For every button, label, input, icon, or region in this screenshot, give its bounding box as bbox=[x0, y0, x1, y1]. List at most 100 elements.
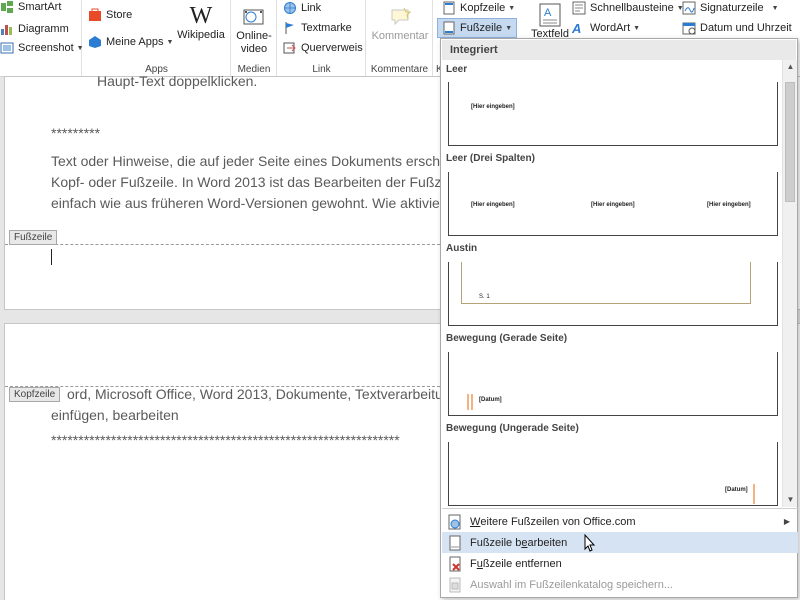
fusszeile-button[interactable]: Fußzeile ▼ bbox=[437, 18, 518, 38]
body-text-line: Kopf- oder Fußzeile. In Word 2013 ist da… bbox=[51, 174, 491, 190]
querverweis-label: Querverweis bbox=[301, 42, 363, 54]
diagramm-button[interactable]: Diagramm bbox=[0, 22, 69, 36]
gallery-item-title: Bewegung (Ungerade Seite) bbox=[446, 423, 579, 434]
austin-frame bbox=[461, 262, 751, 304]
store-button[interactable]: Store bbox=[88, 8, 132, 22]
wordart-button[interactable]: A WordArt ▼ bbox=[572, 21, 641, 36]
body-text-line: Text oder Hinweise, die auf jeder Seite … bbox=[51, 153, 486, 169]
svg-text:A: A bbox=[544, 7, 552, 19]
gallery-item-title: Bewegung (Gerade Seite) bbox=[446, 333, 568, 344]
more-footers-menu-item[interactable]: Weitere Fußzeilen von Office.com ▶ bbox=[442, 511, 798, 532]
textbox-icon: A bbox=[528, 2, 572, 28]
scroll-down-icon[interactable]: ▼ bbox=[783, 493, 798, 507]
online-video-button[interactable]: Online- video bbox=[232, 4, 276, 56]
comment-icon bbox=[367, 4, 433, 30]
kommentare-group: Kommentar Kommentare bbox=[367, 0, 433, 77]
smartart-icon bbox=[0, 0, 14, 14]
footer-separator bbox=[5, 244, 445, 245]
text-cursor bbox=[51, 249, 52, 265]
signaturzeile-button[interactable]: Signaturzeile ▼ bbox=[682, 1, 779, 15]
smartart-label: SmartArt bbox=[18, 1, 62, 13]
globe-icon bbox=[283, 1, 297, 15]
save-selection-menu-item[interactable]: Auswahl im Fußzeilenkatalog speichern... bbox=[442, 574, 798, 595]
apps-group: Store Meine Apps ▼ W Wikipedia Apps bbox=[83, 0, 231, 77]
smartart-button[interactable]: SmartArt bbox=[0, 0, 61, 14]
calendar-icon bbox=[682, 21, 696, 35]
body-text-line: ord, Microsoft Office, Word 2013, Dokume… bbox=[67, 386, 483, 402]
accent-bar bbox=[471, 394, 473, 410]
link-group-label: Link bbox=[312, 64, 331, 75]
screenshot-icon bbox=[0, 41, 14, 55]
menu-label: Fußzeile b bbox=[470, 536, 522, 549]
submenu-arrow-icon: ▶ bbox=[783, 517, 790, 526]
placeholder-text: [Hier eingeben] bbox=[471, 104, 515, 110]
meine-apps-button[interactable]: Meine Apps ▼ bbox=[88, 35, 173, 49]
datum-uhrzeit-button[interactable]: Datum und Uhrzeit bbox=[682, 21, 792, 35]
chart-icon bbox=[0, 22, 14, 36]
edit-footer-icon bbox=[447, 535, 463, 551]
video-icon bbox=[232, 4, 276, 30]
placeholder-text: [Hier eingeben] bbox=[707, 202, 751, 208]
link-group: Link Textmarke Querverweis Link bbox=[278, 0, 366, 77]
chevron-down-icon: ▼ bbox=[508, 4, 516, 12]
querverweis-button[interactable]: Querverweis bbox=[283, 41, 363, 55]
online-video-label-1: Online- bbox=[236, 30, 272, 42]
gallery-scrollbar[interactable]: ▲ ▼ bbox=[782, 60, 797, 507]
date-placeholder: [Datum] bbox=[725, 487, 748, 493]
scrollbar-thumb[interactable] bbox=[785, 82, 795, 202]
header-icon bbox=[442, 1, 456, 15]
body-text-line: einfügen, bearbeiten bbox=[51, 407, 179, 423]
kommentar-label: Kommentar bbox=[371, 30, 429, 42]
link-label: Link bbox=[301, 2, 322, 14]
quickparts-icon bbox=[572, 1, 586, 15]
footer-icon bbox=[442, 21, 456, 35]
wikipedia-label: Wikipedia bbox=[177, 29, 225, 41]
edit-footer-menu-item[interactable]: Fußzeile b e arbeiten bbox=[442, 532, 798, 553]
kommentar-button[interactable]: Kommentar bbox=[367, 4, 433, 43]
accent-bar bbox=[467, 394, 469, 410]
gallery-item-bewegung-gerade[interactable]: [Datum] bbox=[448, 352, 778, 416]
textfeld-button[interactable]: A Textfeld bbox=[528, 2, 572, 41]
scroll-up-icon[interactable]: ▲ bbox=[783, 60, 798, 74]
flag-icon bbox=[283, 21, 297, 35]
footer-gallery: Leer [Hier eingeben] Leer (Drei Spalten)… bbox=[442, 60, 782, 507]
remove-footer-icon bbox=[447, 556, 463, 572]
remove-footer-menu-item[interactable]: Fu ßzeile entfernen bbox=[442, 553, 798, 574]
meine-apps-label: Meine Apps bbox=[106, 36, 164, 48]
menu-label: Auswahl im Fußzeilenkatalog speichern... bbox=[470, 578, 673, 591]
header-tag: Kopfzeile bbox=[9, 387, 61, 402]
diagramm-label: Diagramm bbox=[18, 23, 69, 35]
datum-uhrzeit-label: Datum und Uhrzeit bbox=[700, 22, 792, 34]
wikipedia-icon: W bbox=[189, 3, 213, 29]
gallery-item-title: Leer bbox=[446, 64, 468, 75]
textmarke-label: Textmarke bbox=[301, 22, 352, 34]
page-number-text: S. 1 bbox=[479, 294, 490, 300]
gallery-item-title: Austin bbox=[446, 243, 478, 254]
gallery-item-austin[interactable]: S. 1 bbox=[448, 262, 778, 326]
menu-label: eitere Fußzeilen von Office.com bbox=[480, 515, 636, 528]
screenshot-button[interactable]: Screenshot ▼ bbox=[0, 41, 84, 55]
schnellbausteine-label: Schnellbausteine bbox=[590, 2, 674, 14]
body-text-line: einfach wie aus früheren Word-Versionen … bbox=[51, 195, 485, 211]
separator-stars: ********* bbox=[51, 125, 101, 141]
kopfzeile-button[interactable]: Kopfzeile ▼ bbox=[442, 1, 515, 15]
link-button[interactable]: Link bbox=[283, 1, 321, 15]
screenshot-label: Screenshot bbox=[18, 42, 74, 54]
accent-bar bbox=[753, 484, 755, 504]
textmarke-button[interactable]: Textmarke bbox=[283, 21, 352, 35]
chevron-down-icon: ▼ bbox=[633, 24, 641, 32]
wikipedia-button[interactable]: W Wikipedia bbox=[173, 3, 229, 42]
schnellbausteine-button[interactable]: Schnellbausteine ▼ bbox=[572, 1, 684, 15]
wordart-label: WordArt bbox=[590, 22, 631, 34]
menu-label: F bbox=[470, 557, 477, 570]
signaturzeile-label: Signaturzeile bbox=[700, 2, 764, 14]
placeholder-text: [Hier eingeben] bbox=[471, 202, 515, 208]
separator-stars: ****************************************… bbox=[51, 432, 400, 448]
gallery-item-leer-drei-spalten[interactable]: [Hier eingeben] [Hier eingeben] [Hier ei… bbox=[448, 172, 778, 236]
store-icon bbox=[88, 8, 102, 22]
menu-accelerator: W bbox=[470, 515, 481, 528]
gallery-item-bewegung-ungerade[interactable]: [Datum] bbox=[448, 442, 778, 506]
footer-dropdown: Integriert Leer [Hier eingeben] Leer (Dr… bbox=[440, 38, 798, 598]
placeholder-text: [Hier eingeben] bbox=[591, 202, 635, 208]
gallery-item-leer[interactable]: [Hier eingeben] bbox=[448, 82, 778, 146]
